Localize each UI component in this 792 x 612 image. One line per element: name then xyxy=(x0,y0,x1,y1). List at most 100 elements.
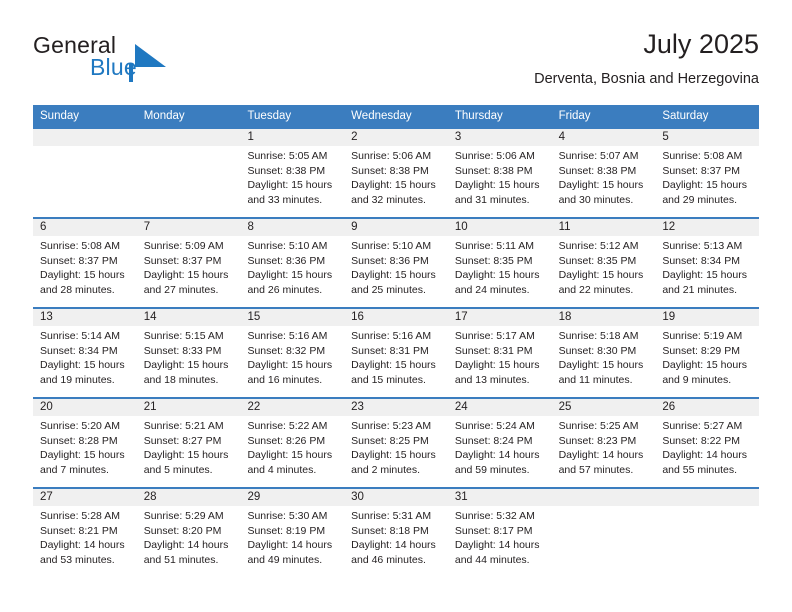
calendar-day-cell[interactable]: 6 Sunrise: 5:08 AM Sunset: 8:37 PM Daylight… xyxy=(33,219,137,307)
calendar-day-cell[interactable]: 1 Sunrise: 5:05 AM Sunset: 8:38 PM Daylight… xyxy=(240,129,345,217)
day-details: Sunrise: 5:08 AM Sunset: 8:37 PM Daylight:… xyxy=(655,146,759,207)
day-details: Sunrise: 5:12 AM Sunset: 8:35 PM Daylight:… xyxy=(552,236,656,297)
calendar-day-cell[interactable]: 21 Sunrise: 5:21 AM Sunset: 8:27 PM Dayligh… xyxy=(136,399,241,487)
day-of-week-header-row: Sunday Monday Tuesday Wednesday Thursday Frid… xyxy=(33,105,759,129)
day-details: Sunrise: 5:23 AM Sunset: 8:25 PM Daylight:… xyxy=(344,416,448,477)
sunset-text: Sunset: 8:35 PM xyxy=(558,254,637,267)
daylight-text: and 51 minutes. xyxy=(143,553,219,566)
day-number xyxy=(655,489,760,506)
calendar-day-cell[interactable]: 5 Sunrise: 5:08 AM Sunset: 8:37 PM Daylight… xyxy=(655,129,760,217)
day-number: 28 xyxy=(136,489,241,506)
daylight-text: and 32 minutes. xyxy=(351,193,426,206)
day-number: 16 xyxy=(344,309,448,326)
calendar-day-cell[interactable]: 25 Sunrise: 5:25 AM Sunset: 8:23 PM Dayligh… xyxy=(551,399,656,487)
calendar-day-cell[interactable]: 3 Sunrise: 5:06 AM Sunset: 8:38 PM Daylight… xyxy=(447,129,552,217)
daylight-text: and 30 minutes. xyxy=(558,193,634,206)
sunrise-text: Sunrise: 5:08 AM xyxy=(40,240,120,252)
day-of-week-header: Sunday xyxy=(40,110,80,122)
calendar-day-cell[interactable]: 11 Sunrise: 5:12 AM Sunset: 8:35 PM Dayligh… xyxy=(551,219,656,307)
daylight-text: Daylight: 15 hours xyxy=(558,179,644,191)
calendar-day-cell[interactable]: 22 Sunrise: 5:22 AM Sunset: 8:26 PM Dayligh… xyxy=(240,399,345,487)
daylight-text: and 15 minutes. xyxy=(351,373,426,386)
daylight-text: and 57 minutes. xyxy=(558,463,634,476)
calendar-day-cell[interactable]: 2 Sunrise: 5:06 AM Sunset: 8:38 PM Daylight… xyxy=(344,129,448,217)
calendar-day-cell[interactable]: 29 Sunrise: 5:30 AM Sunset: 8:19 PM Dayligh… xyxy=(240,489,345,577)
day-number: 8 xyxy=(240,219,345,236)
day-number xyxy=(33,129,137,146)
daylight-text: Daylight: 15 hours xyxy=(351,179,436,191)
day-details: Sunrise: 5:15 AM Sunset: 8:33 PM Daylight:… xyxy=(137,326,241,387)
sunrise-text: Sunrise: 5:27 AM xyxy=(662,420,743,432)
daylight-text: and 55 minutes. xyxy=(662,463,738,476)
calendar-week-row: 13 Sunrise: 5:14 AM Sunset: 8:34 PM Dayligh… xyxy=(33,307,760,397)
calendar-day-cell[interactable]: 16 Sunrise: 5:16 AM Sunset: 8:31 PM Dayligh… xyxy=(344,309,448,397)
calendar-day-cell[interactable]: 30 Sunrise: 5:31 AM Sunset: 8:18 PM Dayligh… xyxy=(344,489,448,577)
calendar-day-cell[interactable]: 10 Sunrise: 5:11 AM Sunset: 8:35 PM Dayligh… xyxy=(447,219,552,307)
daylight-text: and 26 minutes. xyxy=(247,283,323,296)
sunset-text: Sunset: 8:37 PM xyxy=(40,254,118,267)
calendar-day-cell[interactable]: 15 Sunrise: 5:16 AM Sunset: 8:32 PM Dayligh… xyxy=(240,309,345,397)
daylight-text: and 9 minutes. xyxy=(662,373,732,386)
sunset-text: Sunset: 8:27 PM xyxy=(143,434,222,447)
day-details: Sunrise: 5:32 AM Sunset: 8:17 PM Daylight:… xyxy=(448,506,552,567)
general-blue-logo[interactable]: General Blue xyxy=(33,32,213,86)
sunset-text: Sunset: 8:38 PM xyxy=(454,164,533,177)
day-details xyxy=(655,506,759,509)
day-of-week-header: Wednesday xyxy=(351,110,412,122)
calendar-day-cell[interactable]: 28 Sunrise: 5:29 AM Sunset: 8:20 PM Dayligh… xyxy=(136,489,241,577)
calendar-day-cell[interactable]: 14 Sunrise: 5:15 AM Sunset: 8:33 PM Dayligh… xyxy=(136,309,241,397)
calendar-day-cell[interactable]: 27 Sunrise: 5:28 AM Sunset: 8:21 PM Dayligh… xyxy=(33,489,137,577)
daylight-text: and 21 minutes. xyxy=(662,283,738,296)
daylight-text: Daylight: 15 hours xyxy=(247,179,333,191)
day-details: Sunrise: 5:09 AM Sunset: 8:37 PM Daylight:… xyxy=(137,236,241,297)
calendar-day-cell[interactable]: 31 Sunrise: 5:32 AM Sunset: 8:17 PM Dayligh… xyxy=(447,489,552,577)
calendar-day-cell[interactable]: 17 Sunrise: 5:17 AM Sunset: 8:31 PM Dayligh… xyxy=(447,309,552,397)
calendar-day-cell[interactable]: 24 Sunrise: 5:24 AM Sunset: 8:24 PM Dayligh… xyxy=(447,399,552,487)
daylight-text: Daylight: 15 hours xyxy=(40,269,125,281)
calendar-day-cell[interactable]: 23 Sunrise: 5:23 AM Sunset: 8:25 PM Dayligh… xyxy=(344,399,448,487)
sunrise-text: Sunrise: 5:28 AM xyxy=(40,510,120,522)
day-details: Sunrise: 5:08 AM Sunset: 8:37 PM Daylight:… xyxy=(33,236,137,297)
daylight-text: Daylight: 14 hours xyxy=(40,539,125,551)
daylight-text: and 2 minutes. xyxy=(351,463,421,476)
calendar-day-cell[interactable]: 4 Sunrise: 5:07 AM Sunset: 8:38 PM Daylight… xyxy=(551,129,656,217)
day-number: 23 xyxy=(344,399,448,416)
day-of-week-header: Monday xyxy=(143,110,185,122)
sunrise-text: Sunrise: 5:23 AM xyxy=(351,420,432,432)
sunset-text: Sunset: 8:34 PM xyxy=(40,344,118,357)
sunrise-text: Sunrise: 5:05 AM xyxy=(247,150,328,162)
sunrise-text: Sunrise: 5:14 AM xyxy=(40,330,120,342)
day-number: 20 xyxy=(33,399,137,416)
calendar-day-cell[interactable]: 26 Sunrise: 5:27 AM Sunset: 8:22 PM Dayligh… xyxy=(655,399,760,487)
sunset-text: Sunset: 8:37 PM xyxy=(143,254,222,267)
day-details: Sunrise: 5:05 AM Sunset: 8:38 PM Daylight:… xyxy=(240,146,344,207)
page-header: General Blue July 2025 Derventa, Bosnia … xyxy=(33,28,759,96)
daylight-text: Daylight: 15 hours xyxy=(351,359,436,371)
calendar-day-cell[interactable]: 20 Sunrise: 5:20 AM Sunset: 8:28 PM Dayligh… xyxy=(33,399,137,487)
day-of-week-header: Saturday xyxy=(662,110,709,122)
daylight-text: and 16 minutes. xyxy=(247,373,323,386)
calendar-day-cell[interactable]: 7 Sunrise: 5:09 AM Sunset: 8:37 PM Daylight… xyxy=(136,219,241,307)
day-details: Sunrise: 5:14 AM Sunset: 8:34 PM Daylight:… xyxy=(33,326,137,387)
daylight-text: Daylight: 14 hours xyxy=(143,539,229,551)
day-details: Sunrise: 5:29 AM Sunset: 8:20 PM Daylight:… xyxy=(137,506,241,567)
daylight-text: Daylight: 14 hours xyxy=(454,539,540,551)
daylight-text: Daylight: 14 hours xyxy=(247,539,333,551)
sunrise-text: Sunrise: 5:21 AM xyxy=(143,420,224,432)
daylight-text: Daylight: 14 hours xyxy=(558,449,644,461)
calendar-day-cell[interactable]: 13 Sunrise: 5:14 AM Sunset: 8:34 PM Dayligh… xyxy=(33,309,137,397)
sunrise-text: Sunrise: 5:20 AM xyxy=(40,420,120,432)
sunrise-text: Sunrise: 5:25 AM xyxy=(558,420,639,432)
calendar-week-row: 6 Sunrise: 5:08 AM Sunset: 8:37 PM Daylight… xyxy=(33,217,760,307)
daylight-text: and 11 minutes. xyxy=(558,373,633,386)
daylight-text: and 46 minutes. xyxy=(351,553,426,566)
day-details: Sunrise: 5:24 AM Sunset: 8:24 PM Daylight:… xyxy=(448,416,552,477)
calendar-day-cell[interactable]: 18 Sunrise: 5:18 AM Sunset: 8:30 PM Dayligh… xyxy=(551,309,656,397)
day-details: Sunrise: 5:13 AM Sunset: 8:34 PM Daylight:… xyxy=(655,236,759,297)
calendar-day-cell[interactable]: 8 Sunrise: 5:10 AM Sunset: 8:36 PM Daylight… xyxy=(240,219,345,307)
calendar-day-cell[interactable]: 9 Sunrise: 5:10 AM Sunset: 8:36 PM Daylight… xyxy=(344,219,448,307)
calendar-day-cell[interactable]: 19 Sunrise: 5:19 AM Sunset: 8:29 PM Dayligh… xyxy=(655,309,760,397)
day-number: 10 xyxy=(447,219,552,236)
sunset-text: Sunset: 8:31 PM xyxy=(351,344,429,357)
calendar-day-cell[interactable]: 12 Sunrise: 5:13 AM Sunset: 8:34 PM Dayligh… xyxy=(655,219,760,307)
